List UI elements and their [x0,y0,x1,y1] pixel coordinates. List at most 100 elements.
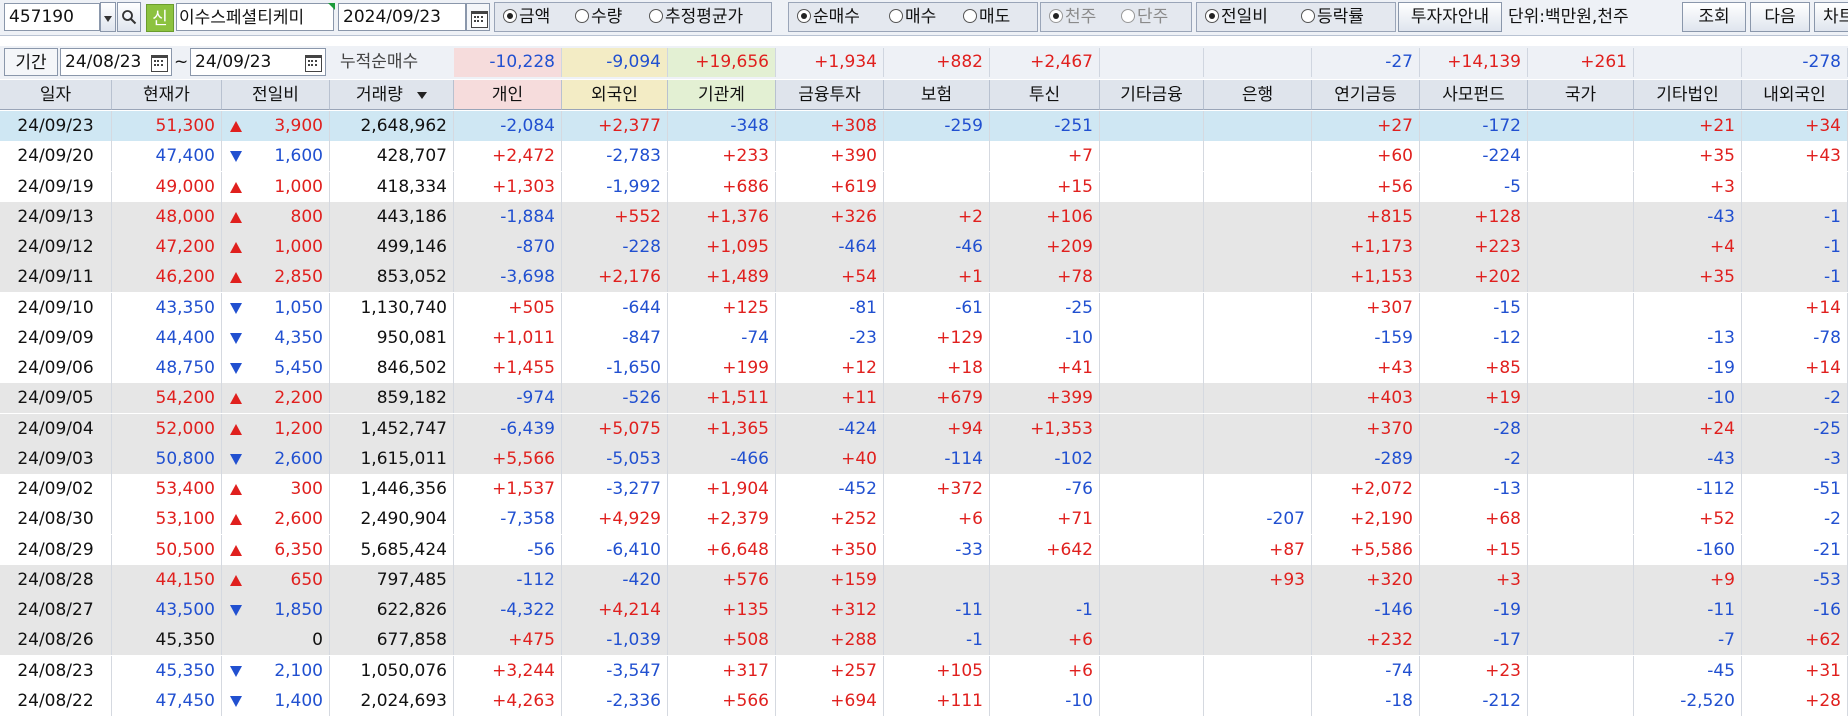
radio-single-shares[interactable]: 단주 [1121,3,1168,31]
cell-financial-investment: +288 [776,625,884,656]
column-header-government[interactable]: 국가 [1528,80,1634,110]
cell-other-corp: -7 [1634,625,1742,656]
period-from-input[interactable]: 24/08/23 [60,48,172,76]
column-header-insurance[interactable]: 보험 [884,80,990,110]
table-row[interactable]: 24/09/13 48,000 800 443,186 -1,884 +552 +1,376… [0,201,1848,232]
radio-thousand-shares[interactable]: 천주 [1049,3,1096,31]
table-row[interactable]: 24/09/09 44,400 4,350 950,081 +1,011 -847 -74 -… [0,322,1848,353]
sort-dropdown-icon[interactable] [416,91,427,99]
query-button[interactable]: 조회 [1682,2,1746,32]
radio-change-rate[interactable]: 등락률 [1301,3,1364,31]
cell-government [1528,534,1634,565]
code-dropdown-button[interactable] [100,2,116,32]
period-to-input[interactable]: 24/09/23 [190,48,326,76]
column-header-date[interactable]: 일자 [0,80,112,110]
cell-government [1528,232,1634,262]
next-button[interactable]: 다음 [1750,2,1810,32]
cell-investment-trust: +71 [990,504,1100,535]
column-header-bank[interactable]: 은행 [1204,80,1312,110]
cell-value: -228 [622,237,661,257]
column-header-institution[interactable]: 기관계 [668,80,776,110]
cell-date: 24/09/02 [0,474,112,504]
cell-value: -12 [1493,327,1521,348]
table-row[interactable]: 24/08/26 45,350 0 677,858 +475 -1,039 +508 +288… [0,625,1848,656]
column-header-other-corp[interactable]: 기타법인 [1634,80,1742,110]
cell-volume: 853,052 [330,262,454,293]
cell-price: 52,000 [112,413,222,444]
column-header-domestic-foreign[interactable]: 내외국인 [1742,80,1848,110]
cell-value: +41 [1057,358,1093,378]
column-header-foreign[interactable]: 외국인 [562,80,668,110]
cell-government [1528,111,1634,141]
table-row[interactable]: 24/08/30 53,100 2,600 2,490,904 -7,358 +4,929… [0,504,1848,535]
radio-quantity[interactable]: 수량 [575,3,622,31]
column-header-private-fund[interactable]: 사모펀드 [1420,80,1528,110]
cell-investment-trust: +78 [990,262,1100,293]
cell-private-fund: -212 [1420,685,1528,716]
column-header-individual[interactable]: 개인 [454,80,562,110]
cell-investment-trust: +399 [990,383,1100,414]
column-header-change[interactable]: 전일비 [222,80,330,110]
table-row[interactable]: 24/09/05 54,200 2,200 859,182 -974 -526 +1,511… [0,383,1848,414]
stock-code-input[interactable]: 457190 [4,3,100,31]
column-header-pension[interactable]: 연기금등 [1312,80,1420,110]
column-header-price[interactable]: 현재가 [112,80,222,110]
column-header-label: 사모펀드 [1442,85,1505,105]
chart-button[interactable]: 차트 [1814,2,1848,32]
cell-change: 1,600 [222,141,330,172]
cell-value: +4 [1709,237,1735,257]
radio-net-buy[interactable]: 순매수 [797,3,860,31]
cell-value: +233 [722,146,769,167]
cell-foreign: +4,214 [562,595,668,625]
cell-value: -146 [1374,600,1413,620]
cell-value: -43 [1707,448,1735,469]
table-row[interactable]: 24/09/19 49,000 1,000 418,334 +1,303 -1,992 +6… [0,171,1848,202]
table-row[interactable]: 24/09/03 50,800 2,600 1,615,011 +5,566 -5,053… [0,443,1848,474]
cell-date: 24/09/13 [0,201,112,232]
cell-value: +28 [1805,690,1841,711]
cell-value: +31 [1805,660,1841,681]
table-row[interactable]: 24/08/27 43,500 1,850 622,826 -4,322 +4,214 +1… [0,595,1848,625]
cell-domestic-foreign: -3 [1742,443,1848,474]
table-row[interactable]: 24/09/20 47,400 1,600 428,707 +2,472 -2,783 +2… [0,141,1848,172]
cell-pension: +2,072 [1312,474,1420,504]
table-row[interactable]: 24/09/12 47,200 1,000 499,146 -870 -228 +1,095… [0,232,1848,262]
column-header-financial-investment[interactable]: 금융투자 [776,80,884,110]
radio-amount-label: 금액 [519,7,551,27]
radio-net-buy-label: 순매수 [813,7,860,27]
radio-sell[interactable]: 매도 [963,3,1010,31]
table-row[interactable]: 24/09/04 52,000 1,200 1,452,747 -6,439 +5,075… [0,413,1848,444]
search-button[interactable] [117,2,141,32]
date-input[interactable]: 2024/09/23 [338,3,466,31]
cell-financial-investment: +257 [776,655,884,686]
cell-pension: +815 [1312,201,1420,232]
cell-value: -2 [1824,388,1841,409]
cell-domestic-foreign: -2 [1742,383,1848,414]
cell-pension: +232 [1312,625,1420,656]
table-row[interactable]: 24/08/28 44,150 650 797,485 -112 -420 +576 +159… [0,564,1848,595]
cell-price: 43,350 [112,292,222,323]
cell-value: 677,858 [376,630,447,651]
table-row[interactable]: 24/09/23 51,300 3,900 2,648,962 -2,084 +2,377… [0,111,1848,141]
table-row[interactable]: 24/08/29 50,500 6,350 5,685,424 -56 -6,410 +6,… [0,534,1848,565]
radio-amount[interactable]: 금액 [503,3,550,31]
column-header-volume[interactable]: 거래량 [330,80,454,110]
table-row[interactable]: 24/08/23 45,350 2,100 1,050,076 +3,244 -3,547… [0,655,1848,686]
radio-est-avg-price[interactable]: 추정평균가 [649,3,743,31]
cell-value: -1,992 [606,176,661,197]
cell-value: +370 [1366,418,1413,439]
investor-guide-button[interactable]: 투자자안내 [1398,2,1502,32]
radio-prev-day[interactable]: 전일비 [1205,3,1268,31]
table-row[interactable]: 24/09/02 53,400 300 1,446,356 +1,537 -3,277 +1… [0,474,1848,504]
table-row[interactable]: 24/09/11 46,200 2,850 853,052 -3,698 +2,176 +1… [0,262,1848,293]
cell-value: -3 [1824,448,1841,469]
table-row[interactable]: 24/09/06 48,750 5,450 846,502 +1,455 -1,650 +1… [0,353,1848,383]
date-calendar-button[interactable] [466,3,490,31]
radio-buy[interactable]: 매수 [889,3,936,31]
column-header-other-finance[interactable]: 기타금융 [1100,80,1204,110]
cell-other-corp: +52 [1634,504,1742,535]
table-row[interactable]: 24/08/22 47,450 1,400 2,024,693 +4,263 -2,336… [0,685,1848,716]
cell-financial-investment: +12 [776,353,884,383]
table-row[interactable]: 24/09/10 43,350 1,050 1,130,740 +505 -644 +125… [0,292,1848,323]
column-header-investment-trust[interactable]: 투신 [990,80,1100,110]
